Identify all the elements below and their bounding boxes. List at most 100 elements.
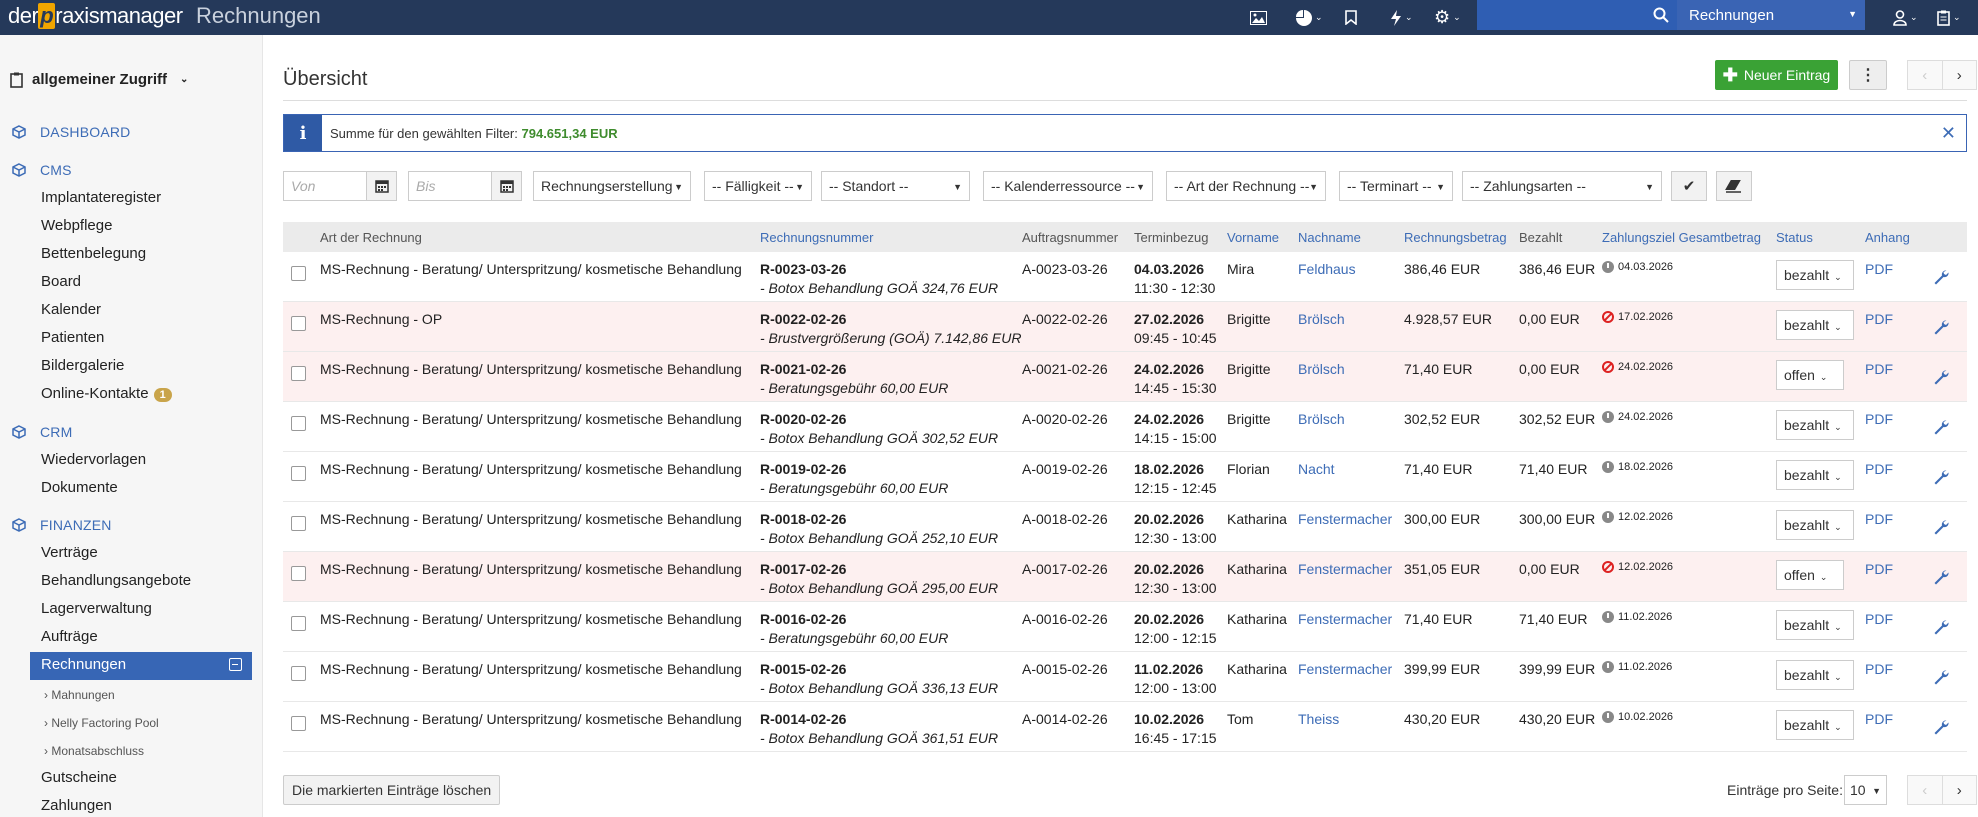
row-checkbox[interactable]: [291, 716, 306, 731]
pdf-link[interactable]: PDF: [1865, 460, 1893, 479]
prev-page-button[interactable]: ‹: [1908, 776, 1943, 804]
search-scope-select[interactable]: Rechnungen ▼: [1677, 0, 1865, 30]
user-icon[interactable]: ⌄: [1893, 0, 1918, 35]
date-from-input[interactable]: Von: [283, 171, 367, 201]
sidebar-item-behandlungsangebote[interactable]: Behandlungsangebote: [41, 572, 191, 589]
invoice-number[interactable]: R-0014-02-26: [760, 711, 846, 727]
sidebar-item-bettenbelegung[interactable]: Bettenbelegung: [41, 245, 146, 262]
sidebar-subitem-mahnungen[interactable]: › Mahnungen: [44, 688, 115, 702]
status-select[interactable]: bezahlt ⌄: [1776, 310, 1854, 340]
calendar-icon[interactable]: [491, 171, 522, 201]
section-finanzen[interactable]: FINANZEN: [12, 517, 112, 533]
cell-nachname-link[interactable]: Fenstermacher: [1298, 660, 1392, 679]
search-input[interactable]: [1477, 0, 1677, 30]
sidebar-item-dokumente[interactable]: Dokumente: [41, 479, 118, 496]
invoice-number[interactable]: R-0021-02-26: [760, 361, 846, 377]
invoice-number[interactable]: R-0015-02-26: [760, 661, 846, 677]
invoice-number[interactable]: R-0017-02-26: [760, 561, 846, 577]
collapse-icon[interactable]: [229, 658, 242, 671]
row-checkbox[interactable]: [291, 366, 306, 381]
sidebar-item-board[interactable]: Board: [41, 273, 81, 290]
section-crm[interactable]: CRM: [12, 424, 72, 440]
status-select[interactable]: bezahlt ⌄: [1776, 510, 1854, 540]
invoice-number[interactable]: R-0023-03-26: [760, 261, 846, 277]
col-anhang[interactable]: Anhang: [1865, 230, 1910, 245]
zahlungsarten-select[interactable]: -- Zahlungsarten -- ▼: [1462, 171, 1662, 201]
sidebar-item-wiedervorlagen[interactable]: Wiedervorlagen: [41, 451, 146, 468]
reset-filter-button[interactable]: [1716, 171, 1752, 201]
wrench-icon[interactable]: [1933, 719, 1949, 739]
sidebar-item-rechnungen[interactable]: Rechnungen: [30, 652, 252, 680]
table-row[interactable]: MS-Rechnung - Beratung/ Unterspritzung/ …: [283, 652, 1967, 702]
col-status[interactable]: Status: [1776, 230, 1813, 245]
cell-nachname-link[interactable]: Feldhaus: [1298, 260, 1356, 279]
pdf-link[interactable]: PDF: [1865, 610, 1893, 629]
kalenderressource-select[interactable]: -- Kalenderressource -- ▼: [983, 171, 1153, 201]
section-cms[interactable]: CMS: [12, 162, 72, 178]
app-logo[interactable]: derpraxismanager: [8, 3, 183, 29]
section-dashboard[interactable]: DASHBOARD: [12, 124, 130, 140]
col-zahlungsziel[interactable]: Zahlungsziel Gesamtbetrag: [1602, 230, 1761, 245]
sidebar-item-lagerverwaltung[interactable]: Lagerverwaltung: [41, 600, 152, 617]
invoice-number[interactable]: R-0016-02-26: [760, 611, 846, 627]
wrench-icon[interactable]: [1933, 319, 1949, 339]
row-checkbox[interactable]: [291, 416, 306, 431]
col-rechnungsnummer[interactable]: Rechnungsnummer: [760, 230, 873, 245]
cell-nachname-link[interactable]: Fenstermacher: [1298, 510, 1392, 529]
pdf-link[interactable]: PDF: [1865, 410, 1893, 429]
wrench-icon[interactable]: [1933, 619, 1949, 639]
table-row[interactable]: MS-Rechnung - Beratung/ Unterspritzung/ …: [283, 352, 1967, 402]
art-der-rechnung-select[interactable]: -- Art der Rechnung -- ▼: [1166, 171, 1326, 201]
sidebar-item-vertraege[interactable]: Verträge: [41, 544, 98, 561]
pdf-link[interactable]: PDF: [1865, 560, 1893, 579]
wrench-icon[interactable]: [1933, 469, 1949, 489]
table-row[interactable]: MS-Rechnung - Beratung/ Unterspritzung/ …: [283, 502, 1967, 552]
rechnungserstellung-select[interactable]: Rechnungserstellung ▼: [533, 171, 691, 201]
calendar-icon[interactable]: [366, 171, 397, 201]
sidebar-subitem-monatsabschluss[interactable]: › Monatsabschluss: [44, 744, 144, 758]
pdf-link[interactable]: PDF: [1865, 660, 1893, 679]
cell-nachname-link[interactable]: Brölsch: [1298, 410, 1345, 429]
cell-nachname-link[interactable]: Fenstermacher: [1298, 560, 1392, 579]
col-vorname[interactable]: Vorname: [1227, 230, 1279, 245]
invoice-number[interactable]: R-0018-02-26: [760, 511, 846, 527]
invoice-number[interactable]: R-0020-02-26: [760, 411, 846, 427]
sidebar-item-zahlungen[interactable]: Zahlungen: [41, 797, 112, 814]
delete-selected-button[interactable]: Die markierten Einträge löschen: [283, 775, 501, 805]
new-entry-button[interactable]: ✚ Neuer Eintrag: [1715, 60, 1838, 90]
status-select[interactable]: offen ⌄: [1776, 560, 1844, 590]
sidebar-item-patienten[interactable]: Patienten: [41, 329, 104, 346]
cell-nachname-link[interactable]: Brölsch: [1298, 310, 1345, 329]
close-icon[interactable]: ✕: [1941, 123, 1956, 144]
wrench-icon[interactable]: [1933, 569, 1949, 589]
status-select[interactable]: bezahlt ⌄: [1776, 660, 1854, 690]
col-rechnungsbetrag[interactable]: Rechnungsbetrag: [1404, 230, 1507, 245]
image-icon[interactable]: [1250, 0, 1267, 35]
wrench-icon[interactable]: [1933, 669, 1949, 689]
sidebar-item-bildergalerie[interactable]: Bildergalerie: [41, 357, 124, 374]
faelligkeit-select[interactable]: -- Fälligkeit -- ▼: [704, 171, 812, 201]
wrench-icon[interactable]: [1933, 369, 1949, 389]
cell-nachname-link[interactable]: Nacht: [1298, 460, 1335, 479]
pdf-link[interactable]: PDF: [1865, 310, 1893, 329]
table-row[interactable]: MS-Rechnung - Beratung/ Unterspritzung/ …: [283, 602, 1967, 652]
status-select[interactable]: bezahlt ⌄: [1776, 410, 1854, 440]
terminart-select[interactable]: -- Terminart -- ▼: [1339, 171, 1453, 201]
bookmark-icon[interactable]: [1345, 0, 1357, 35]
next-page-button[interactable]: ›: [1943, 776, 1977, 804]
pdf-link[interactable]: PDF: [1865, 360, 1893, 379]
wrench-icon[interactable]: [1933, 419, 1949, 439]
row-checkbox[interactable]: [291, 566, 306, 581]
per-page-select[interactable]: 10 ▼: [1844, 775, 1887, 805]
sidebar-item-webpflege[interactable]: Webpflege: [41, 217, 112, 234]
table-row[interactable]: MS-Rechnung - Beratung/ Unterspritzung/ …: [283, 452, 1967, 502]
prev-page-button[interactable]: ‹: [1908, 61, 1943, 89]
invoice-number[interactable]: R-0019-02-26: [760, 461, 846, 477]
cell-nachname-link[interactable]: Fenstermacher: [1298, 610, 1392, 629]
table-row[interactable]: MS-Rechnung - Beratung/ Unterspritzung/ …: [283, 552, 1967, 602]
table-row[interactable]: MS-Rechnung - OP R-0022-02-26 - Brustvergr…: [283, 302, 1967, 352]
more-options-button[interactable]: ⋮: [1849, 60, 1887, 90]
sidebar-item-kalender[interactable]: Kalender: [41, 301, 101, 318]
sidebar-subitem-nelly-factoring-pool[interactable]: › Nelly Factoring Pool: [44, 716, 159, 730]
pdf-link[interactable]: PDF: [1865, 710, 1893, 729]
